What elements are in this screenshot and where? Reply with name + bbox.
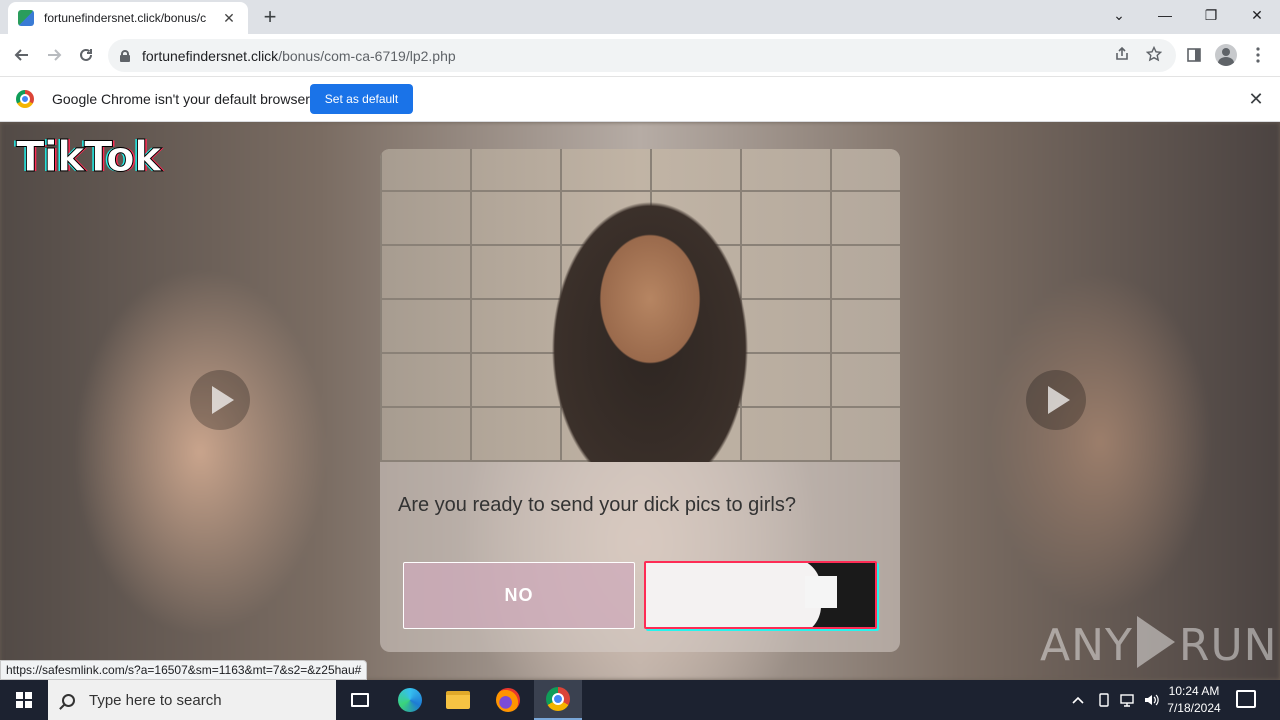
taskbar-search[interactable]: Type here to search	[48, 680, 336, 720]
play-icon[interactable]	[1026, 370, 1086, 430]
button-decoration	[805, 576, 837, 608]
watermark-text-right: RUN	[1178, 620, 1278, 671]
profile-photo	[380, 149, 900, 462]
chrome-icon	[546, 687, 570, 711]
file-explorer-taskbar-button[interactable]	[434, 680, 482, 720]
web-page: TikTok Are you ready to send your dick p…	[0, 122, 1280, 680]
task-view-button[interactable]	[336, 680, 384, 720]
url-path: /bonus/com-ca-6719/lp2.php	[278, 47, 456, 64]
set-default-button[interactable]: Set as default	[310, 84, 413, 114]
chrome-taskbar-button[interactable]	[534, 680, 582, 720]
tab-search-icon[interactable]: ⌄	[1096, 0, 1142, 30]
anyrun-watermark: ANY RUN	[1040, 616, 1278, 671]
clock-date: 7/18/2024	[1167, 701, 1221, 715]
chrome-logo-icon	[16, 90, 34, 108]
edge-icon	[398, 688, 422, 712]
edge-taskbar-button[interactable]	[386, 680, 434, 720]
firefox-taskbar-button[interactable]	[484, 680, 532, 720]
profile-button[interactable]	[1214, 43, 1238, 67]
arrow-left-icon	[14, 49, 28, 61]
forward-button[interactable]	[40, 41, 68, 69]
start-button[interactable]	[0, 680, 48, 720]
search-placeholder: Type here to search	[89, 691, 222, 709]
infobar-message: Google Chrome isn't your default browser	[52, 91, 310, 107]
kebab-menu-icon[interactable]	[1246, 43, 1270, 67]
play-icon[interactable]	[190, 370, 250, 430]
link-status-bubble: https://safesmlink.com/s?a=16507&sm=1163…	[0, 660, 368, 680]
watermark-text-left: ANY	[1040, 620, 1133, 671]
windows-taskbar: Type here to search 10:24 AM 7/18/2024	[0, 680, 1280, 720]
site-favicon-icon	[18, 10, 34, 26]
reload-button[interactable]	[72, 41, 100, 69]
reload-icon	[80, 48, 92, 61]
no-button[interactable]: NO	[403, 562, 635, 629]
windows-logo-icon	[16, 692, 32, 708]
device-icon[interactable]	[1094, 680, 1114, 720]
new-tab-button[interactable]: +	[258, 6, 282, 30]
browser-tab[interactable]: fortunefindersnet.click/bonus/c ✕	[8, 2, 248, 34]
minimize-button[interactable]: —	[1142, 0, 1188, 30]
profile-icon	[1215, 44, 1237, 66]
back-button[interactable]	[8, 41, 36, 69]
network-icon[interactable]	[1116, 680, 1138, 720]
url-host: fortunefindersnet.click	[142, 47, 279, 64]
tab-title: fortunefindersnet.click/bonus/c	[44, 11, 207, 25]
clock-time: 10:24 AM	[1168, 684, 1220, 698]
close-window-button[interactable]: ✕	[1234, 0, 1280, 30]
yes-button[interactable]	[644, 561, 877, 629]
search-icon	[62, 693, 75, 707]
tray-overflow-icon[interactable]	[1068, 680, 1088, 720]
prompt-modal: Are you ready to send your dick pics to …	[380, 149, 900, 652]
star-icon[interactable]	[1144, 45, 1164, 66]
system-clock[interactable]: 10:24 AM 7/18/2024	[1160, 683, 1228, 717]
restore-button[interactable]: ❐	[1188, 0, 1234, 30]
address-bar[interactable]: fortunefindersnet.click/bonus/com-ca-671…	[108, 39, 1176, 72]
prompt-question: Are you ready to send your dick pics to …	[398, 494, 796, 516]
default-browser-infobar: Google Chrome isn't your default browser…	[0, 77, 1280, 122]
play-triangle-icon	[1136, 616, 1175, 668]
browser-toolbar: fortunefindersnet.click/bonus/com-ca-671…	[0, 34, 1280, 77]
task-view-icon	[351, 693, 369, 707]
tab-strip: fortunefindersnet.click/bonus/c ✕ + ⌄ — …	[0, 0, 1280, 34]
notification-icon[interactable]	[1236, 690, 1256, 708]
side-panel-icon[interactable]	[1182, 43, 1206, 67]
firefox-icon	[496, 688, 520, 712]
tiktok-logo: TikTok	[16, 132, 163, 182]
folder-icon	[446, 691, 470, 709]
tab-close-icon[interactable]: ✕	[220, 9, 238, 27]
arrow-right-icon	[48, 49, 62, 61]
volume-icon[interactable]	[1140, 680, 1162, 720]
share-icon[interactable]	[1112, 46, 1132, 66]
close-icon[interactable]: ✕	[1246, 89, 1266, 109]
lock-icon[interactable]	[120, 49, 130, 62]
